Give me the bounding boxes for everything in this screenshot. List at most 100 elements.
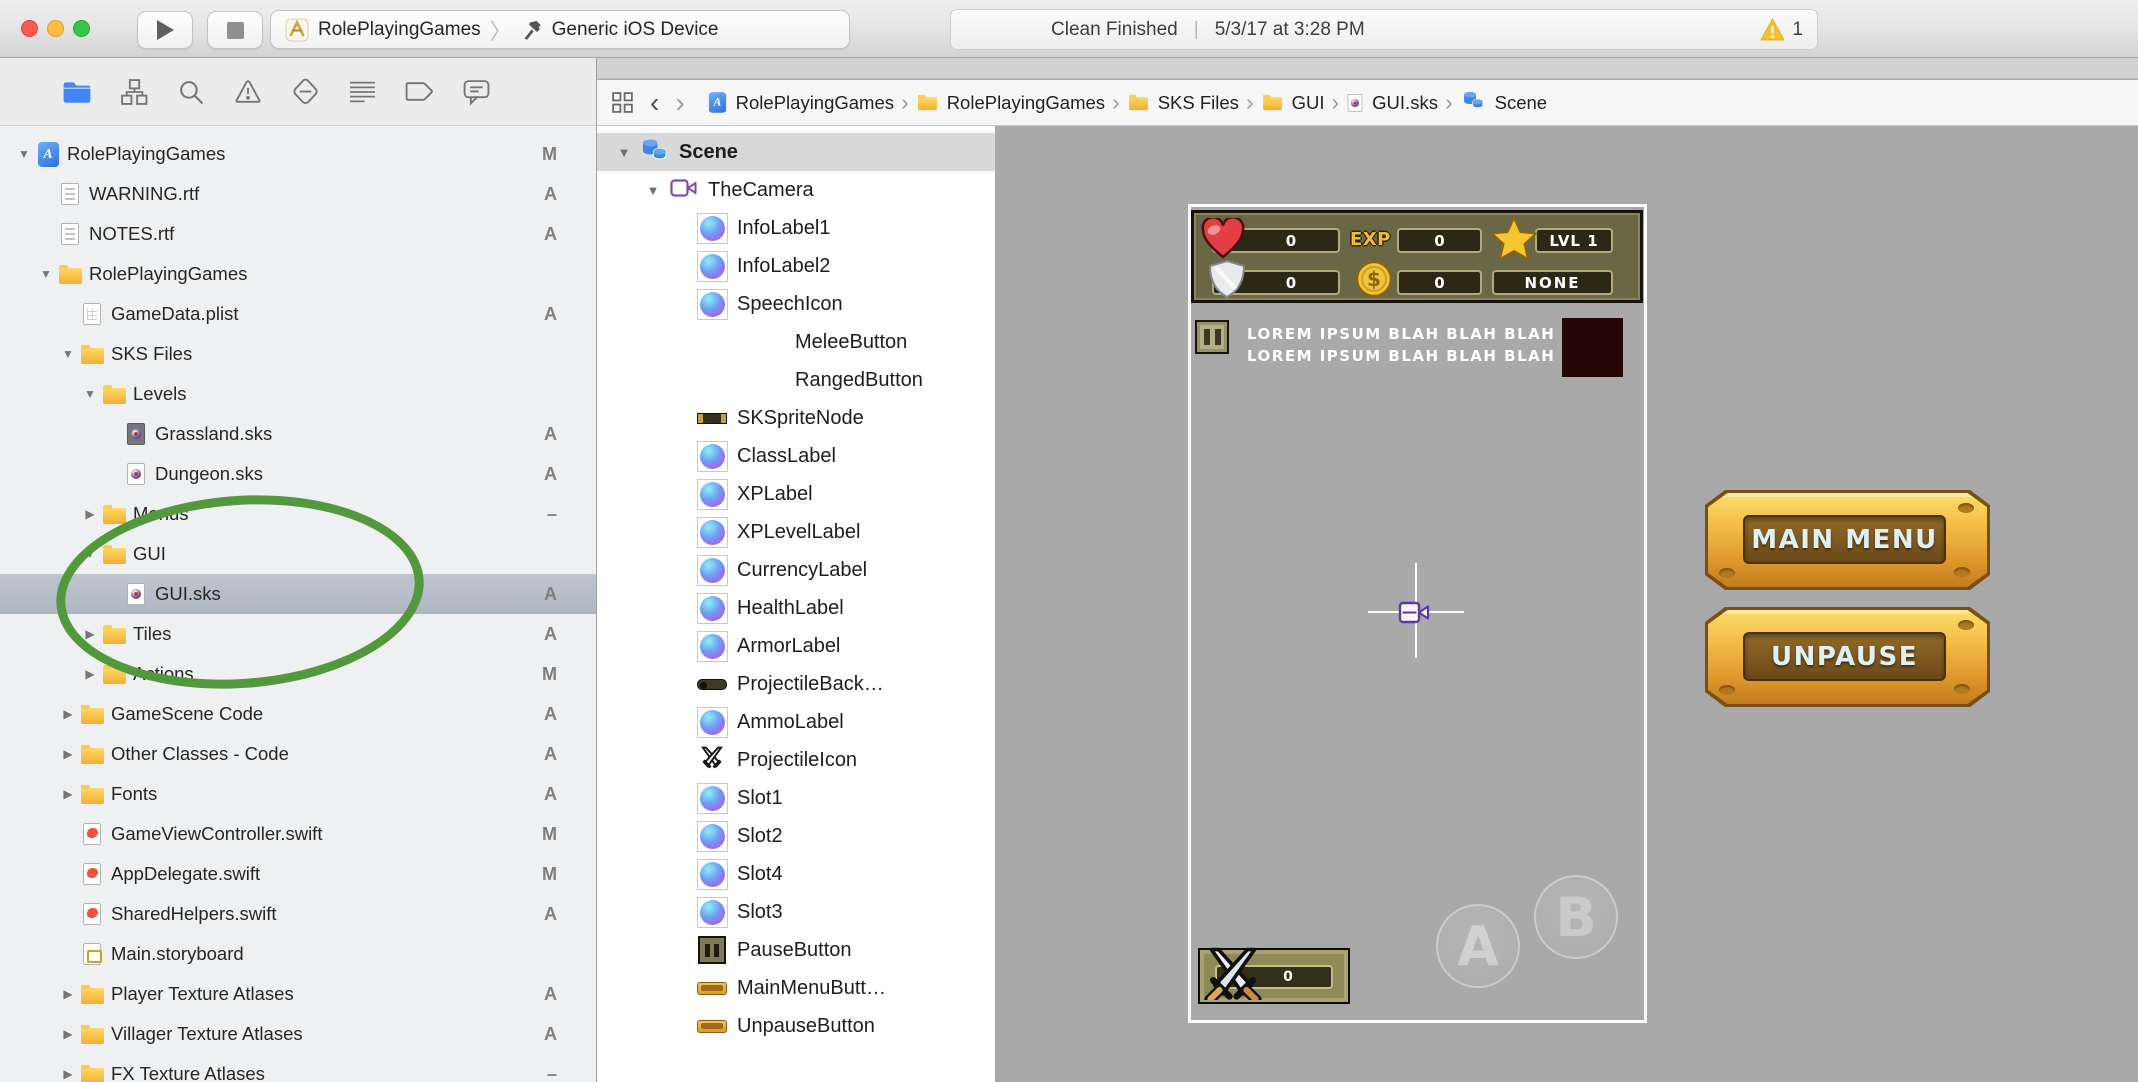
scene-node-row[interactable]: UnpauseButton	[597, 1007, 995, 1045]
related-items-icon[interactable]	[611, 91, 634, 114]
panel-divider[interactable]	[596, 58, 597, 1082]
disclosure-triangle[interactable]: ▶	[79, 507, 101, 521]
disclosure-triangle[interactable]: ▶	[57, 747, 79, 761]
speech-text-sprite[interactable]: LOREM IPSUM BLAH BLAH BLAH LOREM IPSUM B…	[1247, 323, 1567, 367]
file-row[interactable]: ▼Levels	[0, 374, 597, 414]
scene-node-row[interactable]: InfoLabel2	[597, 247, 995, 285]
scene-node-row[interactable]: Slot1	[597, 779, 995, 817]
nav-tab-issues[interactable]	[233, 77, 263, 107]
scene-node-row[interactable]: CurrencyLabel	[597, 551, 995, 589]
scene-node-row[interactable]: XPLevelLabel	[597, 513, 995, 551]
hud-sprite[interactable]: 0 0 LVL 1 0 0 NONE EXP	[1191, 210, 1643, 303]
disclosure-triangle[interactable]: ▼	[79, 547, 101, 561]
scene-node-row[interactable]: ▼Scene	[597, 133, 995, 171]
file-row[interactable]: ▶Other Classes - CodeA	[0, 734, 597, 774]
scene-node-row[interactable]: ArmorLabel	[597, 627, 995, 665]
scene-node-row[interactable]: Slot4	[597, 855, 995, 893]
scene-node-row[interactable]: HealthLabel	[597, 589, 995, 627]
file-row[interactable]: ▼SKS Files	[0, 334, 597, 374]
file-row[interactable]: ▼RolePlayingGames	[0, 254, 597, 294]
pause-button-sprite[interactable]	[1195, 320, 1229, 354]
warning-counter[interactable]: 1	[1760, 18, 1817, 41]
scene-node-row[interactable]: Slot3	[597, 893, 995, 931]
scene-node-row[interactable]: InfoLabel1	[597, 209, 995, 247]
file-row[interactable]: Main.storyboard	[0, 934, 597, 974]
disclosure-triangle[interactable]: ▶	[57, 707, 79, 721]
file-row[interactable]: ▶Player Texture AtlasesA	[0, 974, 597, 1014]
scene-node-row[interactable]: ProjectileIcon	[597, 741, 995, 779]
breadcrumb-item[interactable]: Scene	[1460, 88, 1547, 117]
file-row[interactable]: WARNING.rtfA	[0, 174, 597, 214]
file-row[interactable]: GameViewController.swiftM	[0, 814, 597, 854]
disclosure-triangle[interactable]: ▶	[57, 1067, 79, 1081]
scene-node-row[interactable]: SKSpriteNode	[597, 399, 995, 437]
forward-button[interactable]: ›	[675, 93, 684, 113]
main-menu-button-sprite[interactable]: MAIN MENU	[1705, 490, 1990, 590]
breadcrumb-item[interactable]: RolePlayingGames	[916, 92, 1105, 114]
nav-tab-project[interactable]	[62, 77, 92, 107]
file-row[interactable]: ▶Menus–	[0, 494, 597, 534]
file-row[interactable]: GameData.plistA	[0, 294, 597, 334]
file-row[interactable]: ▼ARolePlayingGamesM	[0, 134, 597, 174]
nav-tab-tags[interactable]	[404, 77, 434, 107]
back-button[interactable]: ‹	[650, 93, 659, 113]
zoom-button[interactable]	[73, 20, 90, 37]
scheme-selector[interactable]: RolePlayingGames 〉 Generic iOS Device	[270, 10, 850, 49]
scene-node-row[interactable]: SpeechIcon	[597, 285, 995, 323]
disclosure-triangle[interactable]: ▶	[57, 787, 79, 801]
scene-node-row[interactable]: AmmoLabel	[597, 703, 995, 741]
disclosure-triangle[interactable]: ▼	[79, 387, 101, 401]
scheme-destination[interactable]: Generic iOS Device	[552, 19, 719, 41]
file-row[interactable]: ▶TilesA	[0, 614, 597, 654]
scene-node-row[interactable]: ClassLabel	[597, 437, 995, 475]
breadcrumb-item[interactable]: SKS Files	[1127, 92, 1239, 114]
nav-tab-symbols[interactable]	[119, 77, 149, 107]
disclosure-triangle[interactable]: ▼	[57, 347, 79, 361]
disclosure-triangle[interactable]: ▼	[35, 267, 57, 281]
scene-node-row[interactable]: ▼TheCamera	[597, 171, 995, 209]
unpause-button-sprite[interactable]: UNPAUSE	[1705, 607, 1990, 707]
stop-button[interactable]	[207, 11, 263, 49]
scene-node-row[interactable]: XPLabel	[597, 475, 995, 513]
disclosure-triangle[interactable]: ▼	[640, 183, 666, 198]
disclosure-triangle[interactable]: ▶	[79, 667, 101, 681]
scene-node-row[interactable]: Slot2	[597, 817, 995, 855]
breadcrumb-item[interactable]: GUI	[1261, 92, 1325, 114]
file-row[interactable]: NOTES.rtfA	[0, 214, 597, 254]
disclosure-triangle[interactable]: ▼	[13, 147, 35, 161]
file-row[interactable]: AppDelegate.swiftM	[0, 854, 597, 894]
gamepad-a-button[interactable]: A	[1436, 904, 1520, 988]
run-button[interactable]	[137, 11, 193, 49]
scene-node-row[interactable]: RangedButton	[597, 361, 995, 399]
file-row[interactable]: ▶GameScene CodeA	[0, 694, 597, 734]
file-row[interactable]: Dungeon.sksA	[0, 454, 597, 494]
nav-tab-breakpoints[interactable]	[290, 77, 320, 107]
file-row[interactable]: ▶ActionsM	[0, 654, 597, 694]
disclosure-triangle[interactable]: ▶	[79, 627, 101, 641]
nav-tab-reports[interactable]	[347, 77, 377, 107]
camera-position-icon[interactable]	[1397, 599, 1431, 631]
breadcrumb-item[interactable]: GUI.sks	[1346, 92, 1438, 114]
nav-tab-find[interactable]	[176, 77, 206, 107]
disclosure-triangle[interactable]: ▼	[611, 145, 637, 160]
scene-node-row[interactable]: MainMenuButt…	[597, 969, 995, 1007]
file-row[interactable]: ▼GUI	[0, 534, 597, 574]
file-row[interactable]: ▶FX Texture Atlases–	[0, 1054, 597, 1082]
close-button[interactable]	[21, 20, 38, 37]
file-row[interactable]: Grassland.sksA	[0, 414, 597, 454]
nav-tab-comments[interactable]	[461, 77, 491, 107]
disclosure-triangle[interactable]: ▶	[57, 1027, 79, 1041]
scheme-project[interactable]: RolePlayingGames	[318, 19, 481, 41]
gamepad-b-button[interactable]: B	[1534, 875, 1618, 959]
file-row[interactable]: ▶FontsA	[0, 774, 597, 814]
breadcrumb-item[interactable]: ARolePlayingGames	[707, 90, 894, 115]
file-row[interactable]: GUI.sksA	[0, 574, 597, 614]
file-row[interactable]: ▶Villager Texture AtlasesA	[0, 1014, 597, 1054]
speech-icon-sprite[interactable]	[1562, 318, 1623, 377]
scene-node-row[interactable]: ProjectileBack…	[597, 665, 995, 703]
disclosure-triangle[interactable]: ▶	[57, 987, 79, 1001]
scene-node-row[interactable]: MeleeButton	[597, 323, 995, 361]
scene-node-row[interactable]: PauseButton	[597, 931, 995, 969]
file-row[interactable]: SharedHelpers.swiftA	[0, 894, 597, 934]
minimize-button[interactable]	[47, 20, 64, 37]
